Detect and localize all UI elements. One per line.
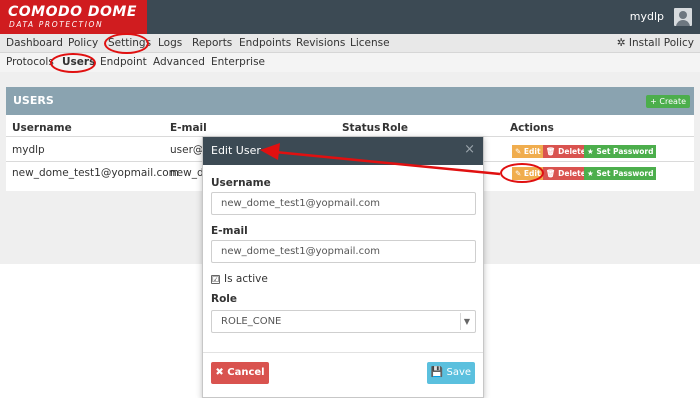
star-icon: ★ [587, 169, 597, 178]
column-header-actions: Actions [510, 122, 554, 134]
row-1-delete-button[interactable]: 🗑 Delete [543, 145, 589, 158]
avatar-body-icon [676, 20, 690, 26]
role-select[interactable]: ROLE_CONE ▼ [211, 310, 476, 333]
save-button[interactable]: 💾 Save [427, 362, 475, 384]
top-bar: COMODO DOME DATA PROTECTION mydlp [0, 0, 700, 34]
role-label: Role [211, 293, 238, 305]
logo[interactable]: COMODO DOME DATA PROTECTION [0, 0, 147, 34]
column-header-email: E-mail [170, 122, 207, 134]
dialog-title: Edit User [211, 144, 261, 157]
menu-item-dashboard[interactable]: Dashboard [6, 37, 63, 49]
menu-item-policy[interactable]: Policy [68, 37, 98, 49]
edit-user-dialog-header: Edit User × [203, 137, 483, 165]
role-select-value: ROLE_CONE [221, 316, 282, 327]
row-2-delete-button[interactable]: 🗑 Delete [543, 167, 589, 180]
row-1-edit-button[interactable]: ✎ Edit [512, 145, 544, 158]
username-label: Username [211, 177, 271, 189]
dialog-footer-divider [203, 352, 483, 353]
menu-item-license[interactable]: License [350, 37, 390, 49]
logo-subtitle: DATA PROTECTION [9, 20, 104, 29]
column-header-role: Role [382, 122, 409, 134]
gear-icon: ✲ [616, 37, 629, 49]
tab-protocols[interactable]: Protocols [6, 56, 54, 68]
row-2-set-password-label: Set Password [596, 169, 654, 178]
is-active-label: Is active [224, 273, 268, 285]
users-panel-title: USERS [13, 94, 54, 107]
install-policy-label: Install Policy [628, 37, 694, 49]
column-header-username: Username [12, 122, 72, 134]
row-1-set-password-button[interactable]: ★ Set Password [584, 145, 657, 158]
edit-user-dialog: Edit User × Username new_dome_test1@yopm… [202, 136, 484, 398]
pencil-icon: ✎ [515, 147, 524, 156]
avatar-head-icon [679, 11, 687, 19]
cancel-button[interactable]: ✖ Cancel [211, 362, 269, 384]
settings-submenu: Protocols Users Endpoint Advanced Enterp… [0, 53, 700, 72]
row-1-username: mydlp [12, 144, 45, 156]
tab-endpoint[interactable]: Endpoint [100, 56, 147, 68]
create-user-button[interactable]: + Create [646, 95, 690, 108]
email-label: E-mail [211, 225, 248, 237]
email-field[interactable]: new_dome_test1@yopmail.com [211, 240, 476, 263]
logo-title: COMODO DOME [8, 4, 137, 20]
trash-icon: 🗑 [546, 147, 559, 156]
current-user-name[interactable]: mydlp [630, 10, 664, 23]
star-icon: ★ [587, 147, 597, 156]
users-highlight-circle [50, 53, 96, 73]
chevron-down-icon: ▼ [460, 313, 473, 330]
row-1-set-password-label: Set Password [596, 147, 654, 156]
menu-item-logs[interactable]: Logs [158, 37, 182, 49]
install-policy-button[interactable]: ✲ Install Policy [617, 37, 694, 49]
is-active-checkbox[interactable]: ☑ [211, 275, 220, 284]
trash-icon: 🗑 [546, 169, 559, 178]
row-2-set-password-button[interactable]: ★ Set Password [584, 167, 657, 180]
username-field[interactable]: new_dome_test1@yopmail.com [211, 192, 476, 215]
edit-highlight-circle [500, 163, 544, 183]
users-panel-header: USERS + Create [6, 87, 694, 115]
row-2-username: new_dome_test1@yopmail.com [12, 167, 179, 179]
tab-advanced[interactable]: Advanced [153, 56, 205, 68]
row-2-delete-label: Delete [558, 169, 586, 178]
close-icon[interactable]: × [464, 142, 475, 157]
menu-item-reports[interactable]: Reports [192, 37, 232, 49]
row-1-delete-label: Delete [558, 147, 586, 156]
settings-highlight-circle [104, 33, 149, 54]
row-1-edit-label: Edit [523, 147, 541, 156]
avatar[interactable] [674, 8, 692, 26]
tab-enterprise[interactable]: Enterprise [211, 56, 265, 68]
column-header-status: Status [342, 122, 381, 134]
menu-item-revisions[interactable]: Revisions [296, 37, 345, 49]
menu-item-endpoints[interactable]: Endpoints [239, 37, 291, 49]
